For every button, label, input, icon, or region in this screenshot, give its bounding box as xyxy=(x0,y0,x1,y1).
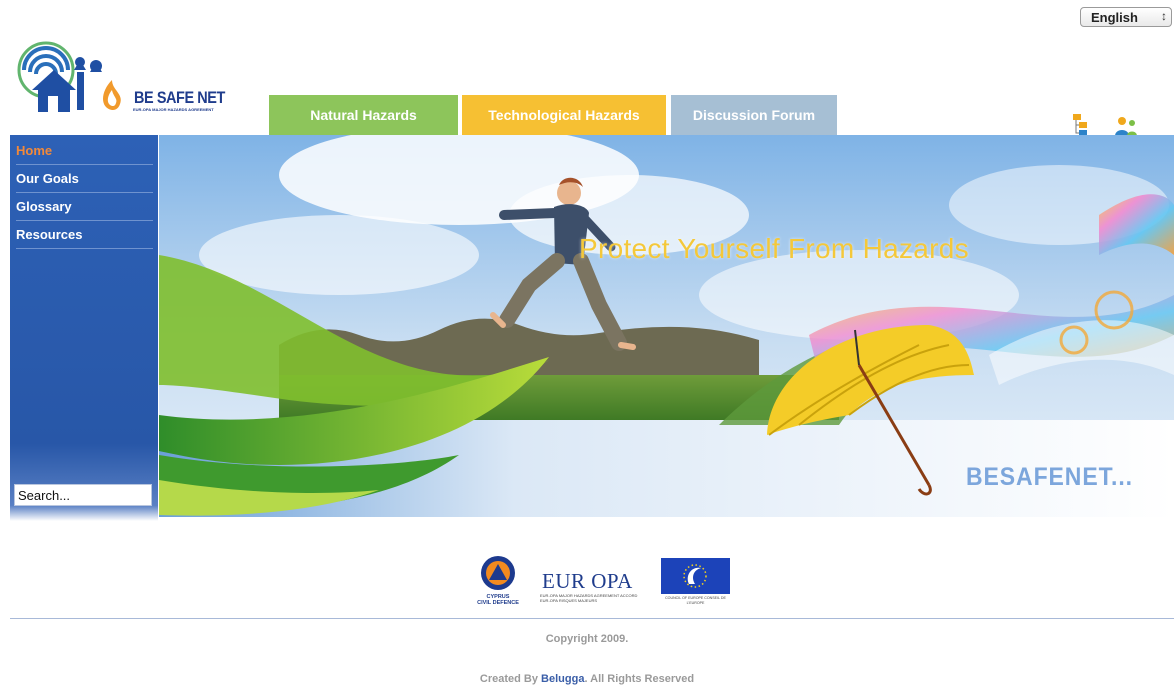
belugga-link[interactable]: Belugga xyxy=(541,673,584,685)
cyprus-civil-defence-caption: CYPRUS CIVIL DEFENCE xyxy=(470,594,526,606)
select-arrows-icon: ↕ xyxy=(1161,9,1167,23)
europa-logo[interactable]: EUR OPA EUR-OPA MAJOR HAZARDS AGREEMENT … xyxy=(538,561,648,611)
cyprus-caption-line2: CIVIL DEFENCE xyxy=(477,600,519,606)
sidebar-nav: Home Our Goals Glossary Resources Search… xyxy=(10,135,158,521)
credits-suffix: . All Rights Reserved xyxy=(584,673,695,685)
civil-defence-emblem-icon xyxy=(481,556,515,590)
council-of-europe-logo[interactable]: COUNCIL OF EUROPE CONSEIL DE L'EUROPE xyxy=(661,558,730,610)
europa-subtitle: EUR-OPA MAJOR HAZARDS AGREEMENT ACCORD E… xyxy=(540,593,638,603)
users-icon[interactable] xyxy=(1115,117,1137,136)
sitemap-icon[interactable] xyxy=(1073,114,1087,136)
banner-tagline: Protect Yourself From Hazards xyxy=(579,233,969,264)
logo-title: BE SAFE NET xyxy=(134,88,225,107)
tab-discussion-forum[interactable]: Discussion Forum xyxy=(671,95,837,135)
besafenet-logo-icon xyxy=(17,41,121,112)
hero-illustration xyxy=(159,135,1174,517)
logo-subtitle: EUR-OPA MAJOR HAZARDS AGREEMENT xyxy=(133,107,214,112)
partner-logos: CYPRUS CIVIL DEFENCE EUR OPA EUR-OPA MAJ… xyxy=(470,555,740,615)
site-logo[interactable]: BE SAFE NET EUR-OPA MAJOR HAZARDS AGREEM… xyxy=(16,40,252,120)
language-select-value: English xyxy=(1091,10,1138,25)
sidebar-item-our-goals[interactable]: Our Goals xyxy=(16,165,153,193)
banner-brand-text: BESAFENET... xyxy=(966,463,1133,491)
sidebar-item-glossary[interactable]: Glossary xyxy=(16,193,153,221)
copyright-text: Copyright 2009. xyxy=(545,633,629,645)
sidebar-item-resources[interactable]: Resources xyxy=(16,221,153,249)
cyprus-civil-defence-logo[interactable]: CYPRUS CIVIL DEFENCE xyxy=(470,555,530,615)
tab-technological-hazards[interactable]: Technological Hazards xyxy=(462,95,666,135)
council-of-europe-flag-icon xyxy=(661,558,730,594)
search-input[interactable]: Search... xyxy=(14,484,152,506)
sidebar-item-home[interactable]: Home xyxy=(16,137,153,165)
credits-text: Created By Belugga. All Rights Reserved xyxy=(0,673,1174,685)
council-of-europe-caption: COUNCIL OF EUROPE CONSEIL DE L'EUROPE xyxy=(665,596,726,605)
tab-natural-hazards[interactable]: Natural Hazards xyxy=(269,95,458,135)
language-select[interactable]: English ↕ xyxy=(1080,7,1172,27)
hero-banner: Protect Yourself From Hazards BESAFENET.… xyxy=(159,135,1174,517)
europa-wordmark: EUR OPA xyxy=(542,569,633,593)
footer-divider xyxy=(10,618,1174,619)
credits-prefix: Created By xyxy=(479,673,542,685)
